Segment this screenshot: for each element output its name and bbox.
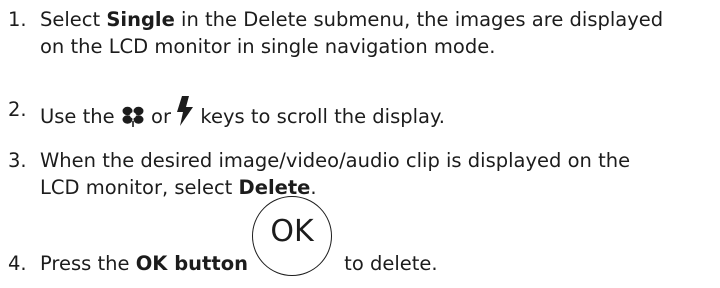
- emphasis-delete: Delete: [238, 176, 311, 199]
- step-number: 4.: [8, 252, 27, 275]
- macro-flower-icon: [121, 105, 145, 134]
- step-text: Select Single in the Delete submenu, the…: [40, 6, 714, 60]
- text-run: LCD monitor, select: [40, 176, 239, 199]
- step-line: LCD monitor, select Delete.: [40, 174, 714, 201]
- text-run: Use the: [40, 105, 121, 128]
- text-run: Select: [40, 8, 107, 31]
- step-text: Press the OK button OK to delete.: [40, 196, 714, 277]
- step-line: When the desired image/video/audio clip …: [40, 149, 631, 172]
- flash-bolt-icon: [177, 96, 194, 133]
- step-number: 1.: [8, 8, 27, 31]
- step-line: Press the OK button OK to delete.: [40, 196, 714, 277]
- text-run: .: [310, 176, 317, 199]
- step-number: 2.: [8, 98, 27, 121]
- text-run: keys to scroll the display.: [194, 105, 445, 128]
- ok-button-icon: OK: [248, 196, 338, 277]
- ok-button-label: OK: [270, 214, 314, 249]
- emphasis-single: Single: [106, 8, 175, 31]
- text-run: in the Delete submenu, the images are di…: [174, 8, 664, 31]
- step-number: 3.: [8, 149, 27, 172]
- text-run: or: [144, 105, 178, 128]
- step-line: on the LCD monitor in single navigation …: [40, 35, 496, 58]
- step-line: Select Single in the Delete submenu, the…: [40, 6, 714, 33]
- step-text: Use the or keys to scroll the display.: [40, 96, 714, 134]
- emphasis-ok-button: OK button: [135, 252, 248, 275]
- ok-button-circle: OK: [251, 196, 332, 276]
- step-line: Use the or keys to scroll the display.: [40, 96, 714, 134]
- step-text: When the desired image/video/audio clip …: [40, 147, 714, 201]
- text-run: to delete.: [337, 252, 438, 275]
- text-run: Press the: [40, 252, 136, 275]
